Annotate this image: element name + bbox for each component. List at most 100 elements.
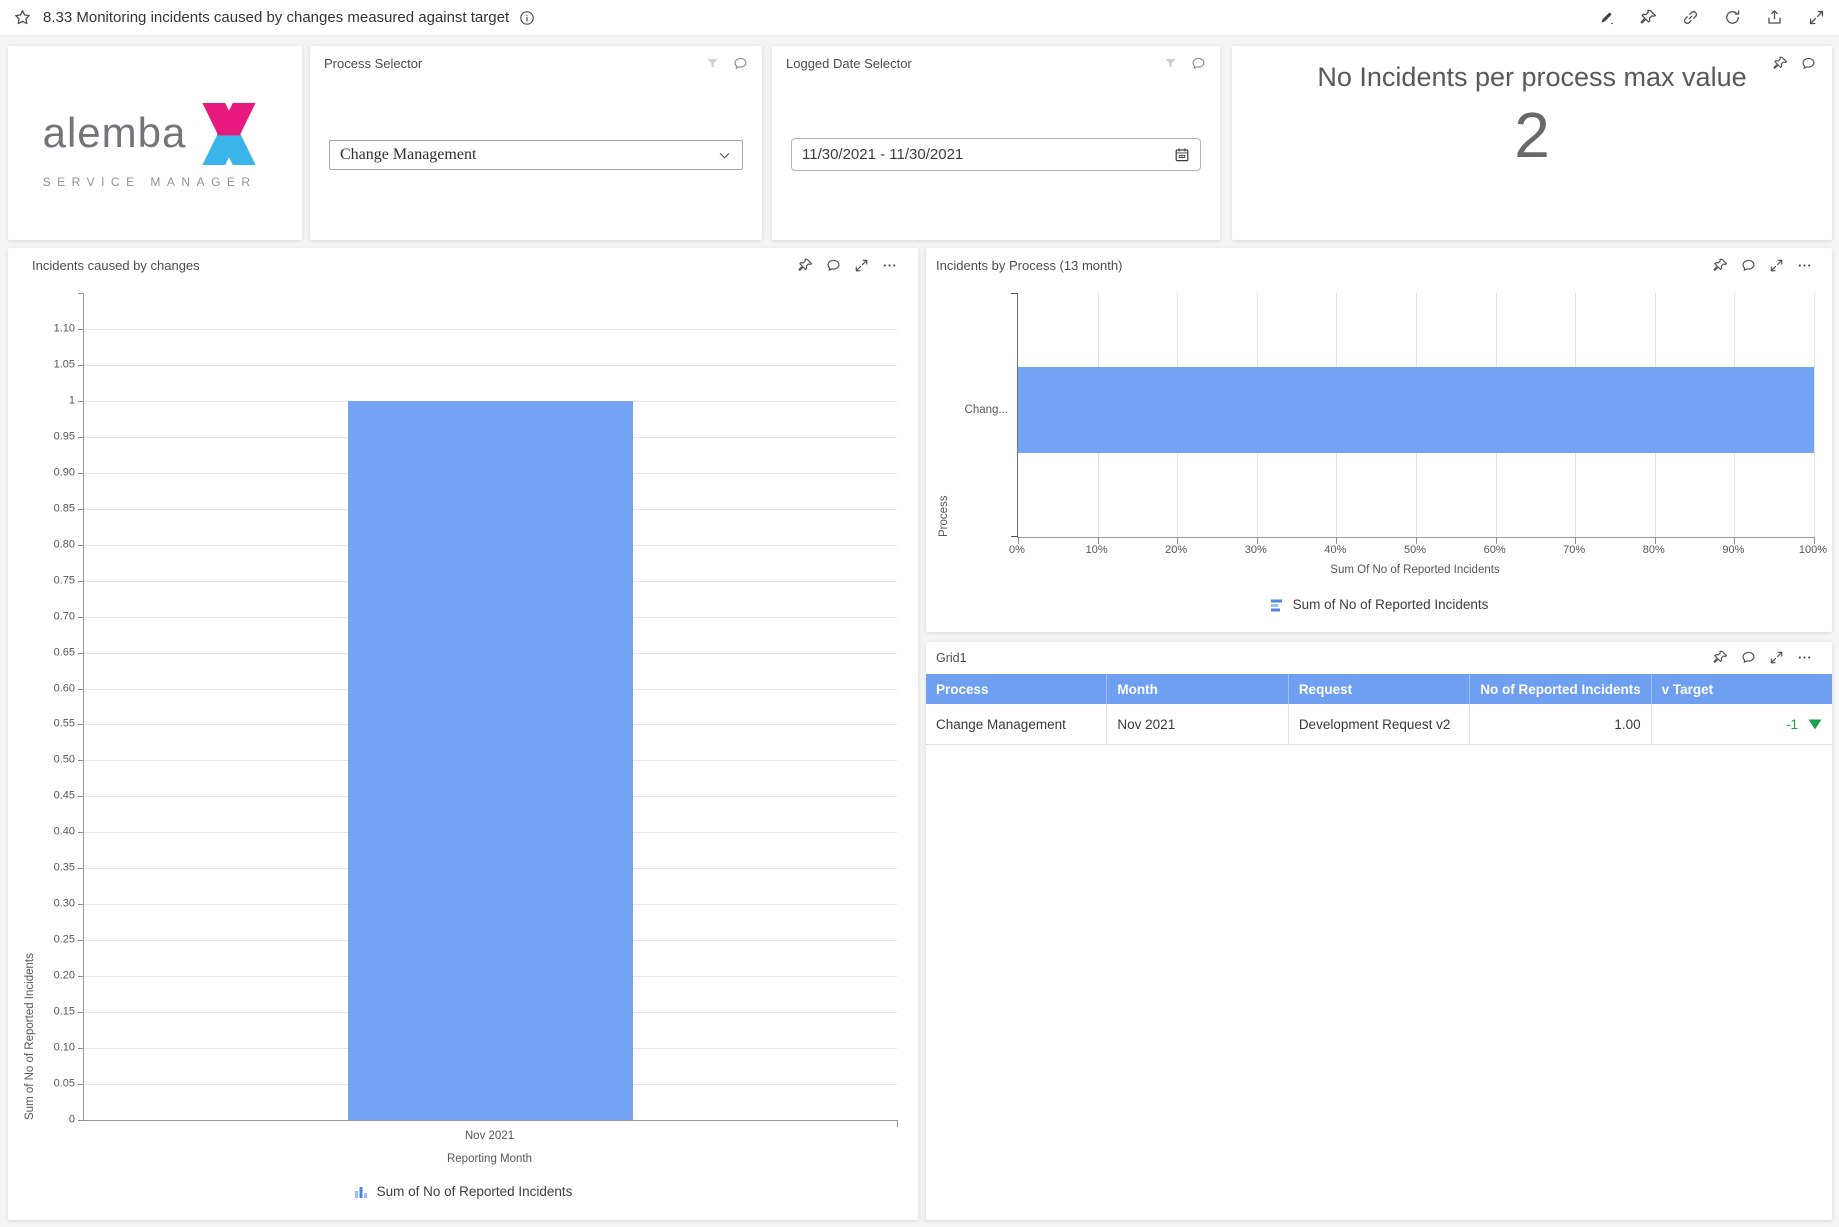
y-tick-label: 0.95 (54, 431, 75, 442)
chart1-legend[interactable]: Sum of No of Reported Incidents (8, 1184, 918, 1199)
y-tick (78, 1048, 84, 1049)
alemba-logo: alemba SERVICE MANAGER (43, 97, 268, 189)
bar-nov-2021[interactable] (348, 401, 633, 1120)
pin-icon[interactable] (1713, 258, 1728, 273)
y-tick-label: 1.10 (54, 323, 75, 334)
pin-icon[interactable] (798, 258, 813, 273)
bar-series-icon (354, 1185, 368, 1199)
comment-icon[interactable] (733, 56, 748, 71)
y-tick (78, 1012, 84, 1013)
ellipsis-icon[interactable] (1797, 258, 1812, 273)
x-tick-label: 20% (1165, 544, 1187, 556)
comment-icon[interactable] (1741, 650, 1756, 665)
favorite-star-icon[interactable] (14, 9, 31, 26)
comment-icon[interactable] (826, 258, 841, 273)
ellipsis-icon[interactable] (1797, 650, 1812, 665)
ellipsis-icon[interactable] (882, 258, 897, 273)
x-tick-label: 60% (1484, 544, 1506, 556)
dashboard-page: 8.33 Monitoring incidents caused by chan… (0, 0, 1839, 1227)
x-tick-label: 90% (1722, 544, 1744, 556)
comment-icon[interactable] (1191, 56, 1206, 71)
kpi-title: No Incidents per process max value (1232, 62, 1832, 93)
pin-icon[interactable] (1713, 650, 1728, 665)
gridline (1814, 293, 1815, 537)
gridline (84, 329, 897, 330)
grid-title: Grid1 (936, 651, 967, 665)
y-tick-label: 0.50 (54, 755, 75, 766)
y-tick-label: 0.35 (54, 863, 75, 874)
comment-icon[interactable] (1741, 258, 1756, 273)
link-icon[interactable] (1682, 9, 1699, 26)
export-icon[interactable] (1766, 9, 1783, 26)
x-tick (1257, 537, 1258, 544)
grid-header-row: ProcessMonthRequestNo of Reported Incide… (926, 674, 1832, 704)
chart-title: Incidents by Process (13 month) (936, 258, 1122, 273)
y-tick-label: 0.45 (54, 791, 75, 802)
y-tick (78, 509, 84, 510)
table-row[interactable]: Change ManagementNov 2021Development Req… (926, 704, 1832, 745)
chart2-legend[interactable]: Sum of No of Reported Incidents (926, 597, 1832, 612)
filter-icon[interactable] (705, 56, 720, 71)
date-range-input[interactable]: 11/30/2021 - 11/30/2021 (791, 138, 1201, 171)
y-tick-label: 0.10 (54, 1043, 75, 1054)
expand-icon[interactable] (854, 258, 869, 273)
cell-process: Change Management (926, 704, 1107, 744)
chart2-plot: Chang... (1017, 293, 1814, 538)
y-tick (78, 796, 84, 797)
y-tick-label: 0.75 (54, 575, 75, 586)
fullscreen-icon[interactable] (1808, 9, 1825, 26)
expand-icon[interactable] (1769, 258, 1784, 273)
target-down-icon (1808, 719, 1822, 730)
kpi-value: 2 (1232, 98, 1832, 172)
column-header-process[interactable]: Process (926, 674, 1107, 704)
x-tick-label: 30% (1245, 544, 1267, 556)
column-header-month[interactable]: Month (1107, 674, 1288, 704)
target-indicator: -1 (1786, 717, 1822, 732)
y-tick (78, 1120, 84, 1121)
y-tick-label: 0.80 (54, 539, 75, 550)
x-tick-label: 70% (1563, 544, 1585, 556)
y-tick (78, 329, 84, 330)
x-tick-label: 100% (1799, 544, 1827, 556)
y-tick-label: 0.55 (54, 719, 75, 730)
y-axis-end-tick (78, 293, 84, 294)
y-tick-label: 0.25 (54, 935, 75, 946)
x-tick-label: 40% (1324, 544, 1346, 556)
card-title: Logged Date Selector (786, 56, 912, 71)
date-range-value: 11/30/2021 - 11/30/2021 (802, 146, 963, 163)
cell-month: Nov 2021 (1107, 704, 1288, 744)
x-tick-label: 10% (1086, 544, 1108, 556)
y-category-label: Chang... (965, 404, 1008, 416)
column-header-request[interactable]: Request (1289, 674, 1470, 704)
y-axis-title: Process (938, 293, 950, 537)
logo-card: alemba SERVICE MANAGER (8, 46, 302, 240)
y-tick (78, 581, 84, 582)
bar-chang-[interactable] (1018, 367, 1814, 452)
grid-body: Change ManagementNov 2021Development Req… (926, 704, 1832, 745)
calendar-icon (1174, 147, 1190, 163)
y-axis-end-tick (1011, 293, 1018, 294)
y-tick-label: 0.65 (54, 647, 75, 658)
filter-icon[interactable] (1163, 56, 1178, 71)
annotate-marker-icon[interactable] (1598, 9, 1615, 26)
column-header-no-of-reported-incidents[interactable]: No of Reported Incidents (1470, 674, 1651, 704)
x-axis-end-tick (897, 1120, 898, 1127)
x-tick (1734, 537, 1735, 544)
y-tick (78, 724, 84, 725)
y-tick-label: 0.20 (54, 971, 75, 982)
pin-icon[interactable] (1640, 9, 1657, 26)
data-grid: ProcessMonthRequestNo of Reported Incide… (926, 674, 1832, 1220)
refresh-icon[interactable] (1724, 9, 1741, 26)
chart1-plot: 00.050.100.150.200.250.300.350.400.450.5… (83, 293, 897, 1121)
info-icon[interactable] (519, 10, 535, 26)
expand-icon[interactable] (1769, 650, 1784, 665)
y-tick-label: 0.40 (54, 827, 75, 838)
gridline (84, 365, 897, 366)
y-tick (78, 1084, 84, 1085)
process-dropdown[interactable]: Change Management (329, 140, 743, 170)
y-tick (78, 401, 84, 402)
y-tick (78, 617, 84, 618)
y-tick-label: 0.70 (54, 611, 75, 622)
column-header-v-target[interactable]: v Target (1652, 674, 1832, 704)
y-tick (78, 832, 84, 833)
